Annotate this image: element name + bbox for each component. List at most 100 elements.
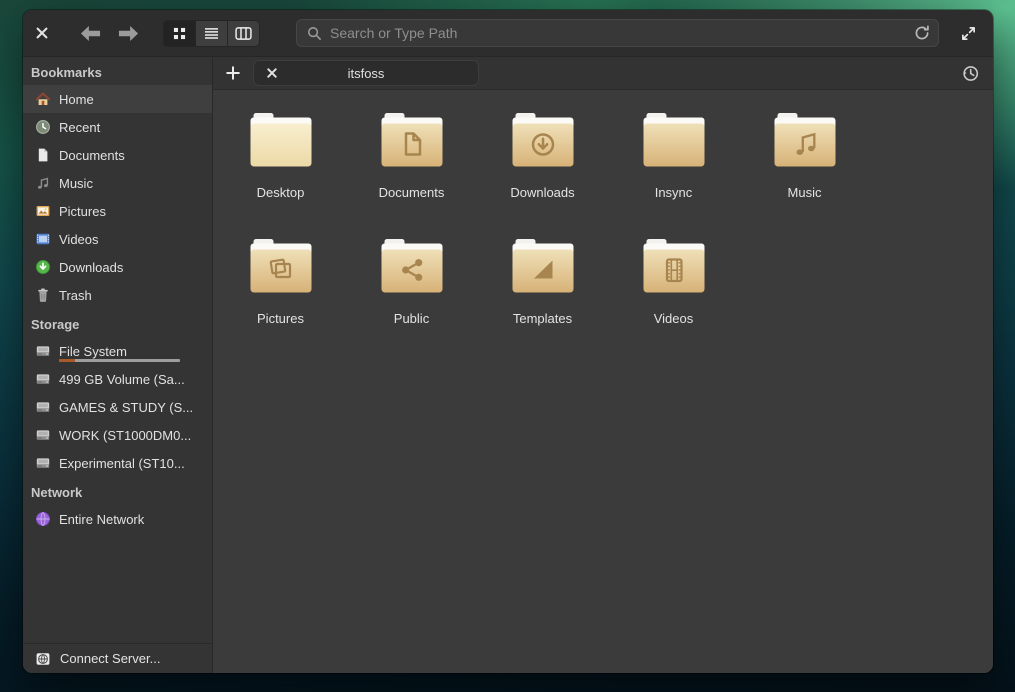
grid-view-button[interactable]: [164, 21, 195, 46]
pictures-icon: [35, 203, 51, 219]
folder-label: Templates: [513, 311, 572, 326]
tab-close-button[interactable]: [263, 64, 281, 82]
drive-icon: [35, 371, 51, 387]
folder-label: Pictures: [257, 311, 304, 326]
network-icon: [35, 511, 51, 527]
history-icon: [962, 65, 979, 82]
folder-templates[interactable]: Templates: [477, 238, 608, 326]
toolbar: [23, 10, 993, 57]
sidebar-item-label: GAMES & STUDY (S...: [59, 400, 193, 415]
tab-bar: itsfoss: [213, 57, 993, 90]
home-icon: [35, 91, 51, 107]
files-grid: Desktop Documents Downloads Insync Music Pict…: [215, 112, 875, 326]
videos-icon: [35, 231, 51, 247]
folder-public[interactable]: Public: [346, 238, 477, 326]
folder-icon: [380, 112, 444, 173]
list-view-icon: [204, 27, 219, 40]
column-view-icon: [235, 27, 252, 40]
sidebar-item-label: Recent: [59, 120, 100, 135]
view-mode-switcher: [163, 20, 260, 47]
sidebar: BookmarksHomeRecentDocumentsMusicPicture…: [23, 57, 213, 673]
folder-label: Videos: [654, 311, 694, 326]
folder-label: Downloads: [510, 185, 574, 200]
server-icon: [35, 651, 51, 667]
folder-pictures[interactable]: Pictures: [215, 238, 346, 326]
window-body: BookmarksHomeRecentDocumentsMusicPicture…: [23, 57, 993, 673]
connect-server-button[interactable]: Connect Server...: [23, 643, 212, 673]
sidebar-item-label: Home: [59, 92, 94, 107]
file-manager-window: BookmarksHomeRecentDocumentsMusicPicture…: [23, 10, 993, 673]
folder-icon: [380, 238, 444, 299]
sidebar-item-entire-network[interactable]: Entire Network: [23, 505, 212, 533]
folder-icon: [511, 112, 575, 173]
sidebar-item-work-st1000dm0[interactable]: WORK (ST1000DM0...: [23, 421, 212, 449]
sidebar-item-label: Documents: [59, 148, 125, 163]
drive-icon: [35, 427, 51, 443]
folder-icon: [249, 112, 313, 173]
disk-usage-bar: [59, 359, 180, 362]
refresh-button[interactable]: [910, 21, 934, 45]
sidebar-item-499-gb-volume-sa[interactable]: 499 GB Volume (Sa...: [23, 365, 212, 393]
tab-itsfoss[interactable]: itsfoss: [253, 60, 479, 86]
column-view-button[interactable]: [228, 21, 259, 46]
window-close-button[interactable]: [29, 20, 55, 46]
folder-label: Music: [788, 185, 822, 200]
drive-icon: [35, 455, 51, 471]
folder-label: Public: [394, 311, 429, 326]
new-tab-button[interactable]: [221, 61, 245, 85]
desktop-wallpaper: BookmarksHomeRecentDocumentsMusicPicture…: [0, 0, 1015, 692]
trash-icon: [35, 287, 51, 303]
folder-documents[interactable]: Documents: [346, 112, 477, 200]
sidebar-item-downloads[interactable]: Downloads: [23, 253, 212, 281]
forward-button[interactable]: [115, 20, 141, 46]
documents-icon: [35, 147, 51, 163]
folder-icon: [773, 112, 837, 173]
folder-label: Desktop: [257, 185, 305, 200]
folder-insync[interactable]: Insync: [608, 112, 739, 200]
downloads-icon: [35, 259, 51, 275]
fullscreen-button[interactable]: [954, 19, 982, 47]
back-button[interactable]: [77, 20, 103, 46]
refresh-icon: [914, 25, 930, 41]
search-icon: [307, 26, 322, 41]
sidebar-item-music[interactable]: Music: [23, 169, 212, 197]
folder-music[interactable]: Music: [739, 112, 870, 200]
sidebar-item-documents[interactable]: Documents: [23, 141, 212, 169]
grid-view-icon: [173, 27, 186, 40]
sidebar-item-label: Trash: [59, 288, 92, 303]
sidebar-item-trash[interactable]: Trash: [23, 281, 212, 309]
sidebar-item-label: File System: [59, 344, 127, 359]
sidebar-item-label: Experimental (ST10...: [59, 456, 185, 471]
list-view-button[interactable]: [196, 21, 227, 46]
folder-downloads[interactable]: Downloads: [477, 112, 608, 200]
sidebar-item-label: Entire Network: [59, 512, 144, 527]
sidebar-item-home[interactable]: Home: [23, 85, 212, 113]
sidebar-item-videos[interactable]: Videos: [23, 225, 212, 253]
tab-close-icon: [267, 68, 277, 78]
folder-icon: [511, 238, 575, 299]
sidebar-item-label: Pictures: [59, 204, 106, 219]
content-pane: itsfoss Desktop Documents Downloads Insync M…: [213, 57, 993, 673]
sidebar-item-experimental-st10[interactable]: Experimental (ST10...: [23, 449, 212, 477]
folder-label: Documents: [379, 185, 445, 200]
sidebar-sections: BookmarksHomeRecentDocumentsMusicPicture…: [23, 57, 212, 643]
folder-icon: [642, 238, 706, 299]
drive-icon: [35, 343, 51, 359]
sidebar-item-file-system[interactable]: File System: [23, 337, 212, 365]
sidebar-item-label: Videos: [59, 232, 99, 247]
files-area: Desktop Documents Downloads Insync Music Pict…: [213, 90, 993, 673]
drive-icon: [35, 399, 51, 415]
recent-icon: [35, 119, 51, 135]
history-button[interactable]: [958, 61, 982, 85]
back-arrow-icon: [80, 25, 101, 42]
sidebar-item-games-study-s[interactable]: GAMES & STUDY (S...: [23, 393, 212, 421]
folder-icon: [249, 238, 313, 299]
plus-icon: [226, 66, 240, 80]
close-icon: [36, 27, 48, 39]
sidebar-item-pictures[interactable]: Pictures: [23, 197, 212, 225]
search-input[interactable]: [330, 25, 910, 41]
sidebar-item-recent[interactable]: Recent: [23, 113, 212, 141]
forward-arrow-icon: [118, 25, 139, 42]
folder-desktop[interactable]: Desktop: [215, 112, 346, 200]
folder-videos[interactable]: Videos: [608, 238, 739, 326]
